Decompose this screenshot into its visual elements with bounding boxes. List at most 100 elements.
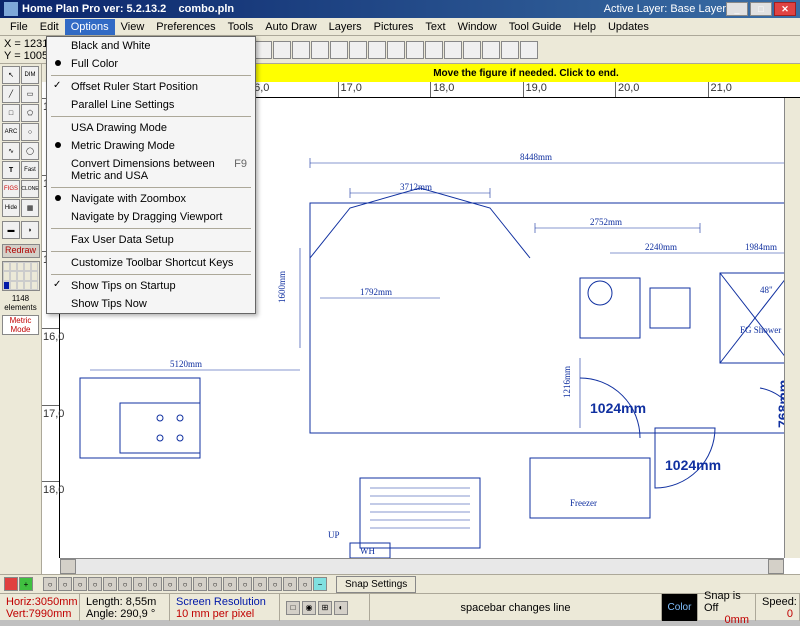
status-dot[interactable]: ○ — [118, 577, 132, 591]
toolbar-icon[interactable] — [406, 41, 424, 59]
scrollbar-vertical[interactable] — [784, 98, 800, 558]
status-stop-icon[interactable] — [4, 577, 18, 591]
tool-line[interactable]: ╱ — [2, 85, 20, 103]
status-dot[interactable]: ○ — [298, 577, 312, 591]
redraw-button[interactable]: Redraw — [2, 244, 40, 258]
status-dot[interactable]: ○ — [43, 577, 57, 591]
menu-item-convert-dimensions-between-metric-and-usa[interactable]: Convert Dimensions between Metric and US… — [47, 155, 255, 185]
menu-edit[interactable]: Edit — [34, 19, 65, 35]
status-snap[interactable]: Snap is Off 0mm — [698, 594, 756, 621]
toolbar-icon[interactable] — [254, 41, 272, 59]
status-dot[interactable]: ○ — [268, 577, 282, 591]
tool-figs[interactable]: FIGS — [2, 180, 20, 198]
toolbar-icon[interactable] — [311, 41, 329, 59]
menu-help[interactable]: Help — [567, 19, 602, 35]
toolbar-icon[interactable] — [368, 41, 386, 59]
menu-item-full-color[interactable]: Full Color — [47, 55, 255, 73]
status-dot[interactable]: ○ — [148, 577, 162, 591]
toolbar-icon[interactable] — [444, 41, 462, 59]
status-dot[interactable]: ○ — [88, 577, 102, 591]
toolbar-icon[interactable] — [349, 41, 367, 59]
menu-updates[interactable]: Updates — [602, 19, 655, 35]
status-dot[interactable]: ○ — [253, 577, 267, 591]
menu-preferences[interactable]: Preferences — [150, 19, 221, 35]
tool-rect[interactable]: ▭ — [21, 85, 39, 103]
status-dot[interactable]: ○ — [208, 577, 222, 591]
status-color[interactable]: Color — [662, 594, 698, 621]
status-go-icon[interactable]: + — [19, 577, 33, 591]
menu-item-show-tips-now[interactable]: Show Tips Now — [47, 295, 255, 313]
toolbar-icon[interactable] — [482, 41, 500, 59]
options-menu: Black and WhiteFull Color Offset Ruler St… — [46, 36, 256, 314]
toolbar-icon[interactable] — [520, 41, 538, 59]
tool-fast[interactable]: Fast — [21, 161, 39, 179]
status-dot[interactable]: ○ — [133, 577, 147, 591]
status-tool-icons[interactable]: □◉⊞◐ — [280, 594, 370, 621]
tool-hide[interactable]: Hide — [2, 199, 20, 217]
menu-text[interactable]: Text — [419, 19, 451, 35]
toolbar-icon[interactable] — [273, 41, 291, 59]
menubar: FileEditOptionsViewPreferencesToolsAuto … — [0, 18, 800, 36]
tool-ellipse[interactable]: ◯ — [21, 142, 39, 160]
left-toolbox: ↖DIM ╱▭ □⬠ ARC○ ∿◯ TFast FIGSCLONE Hide▦… — [0, 64, 42, 574]
scrollbar-horizontal[interactable] — [60, 558, 784, 574]
close-button[interactable]: ✕ — [774, 2, 796, 16]
tool-misc[interactable]: ▦ — [21, 199, 39, 217]
status-dot[interactable]: ○ — [238, 577, 252, 591]
menu-options[interactable]: Options — [65, 19, 115, 35]
status-dot[interactable]: ○ — [178, 577, 192, 591]
tool-door[interactable]: ◗ — [21, 221, 39, 239]
tool-text[interactable]: T — [2, 161, 20, 179]
menu-item-fax-user-data-setup[interactable]: Fax User Data Setup — [47, 231, 255, 249]
tool-poly[interactable]: ⬠ — [21, 104, 39, 122]
color-palette[interactable] — [2, 261, 40, 291]
tool-curve[interactable]: ∿ — [2, 142, 20, 160]
window-title: Home Plan Pro ver: 5.2.13.2 combo.pln — [22, 3, 564, 15]
menu-item-parallel-line-settings[interactable]: Parallel Line Settings — [47, 96, 255, 114]
menu-tool-guide[interactable]: Tool Guide — [503, 19, 568, 35]
menu-item-usa-drawing-mode[interactable]: USA Drawing Mode — [47, 119, 255, 137]
menu-item-show-tips-on-startup[interactable]: Show Tips on Startup✓ — [47, 277, 255, 295]
menu-tools[interactable]: Tools — [222, 19, 260, 35]
svg-text:WH: WH — [360, 546, 375, 556]
titlebar: Home Plan Pro ver: 5.2.13.2 combo.pln Ac… — [0, 0, 800, 18]
menu-item-offset-ruler-start-position[interactable]: Offset Ruler Start Position✓ — [47, 78, 255, 96]
status-dot[interactable]: ○ — [103, 577, 117, 591]
minimize-button[interactable]: _ — [726, 2, 748, 16]
tool-clone[interactable]: CLONE — [21, 180, 39, 198]
menu-file[interactable]: File — [4, 19, 34, 35]
tool-select[interactable]: ↖ — [2, 66, 20, 84]
status-dot[interactable]: ○ — [283, 577, 297, 591]
menu-window[interactable]: Window — [452, 19, 503, 35]
tool-dim[interactable]: DIM — [21, 66, 39, 84]
status-dot[interactable]: ○ — [163, 577, 177, 591]
menu-pictures[interactable]: Pictures — [368, 19, 420, 35]
menu-item-metric-drawing-mode[interactable]: Metric Drawing Mode — [47, 137, 255, 155]
toolbar-icon[interactable] — [425, 41, 443, 59]
toolbar-icon[interactable] — [387, 41, 405, 59]
tool-square[interactable]: □ — [2, 104, 20, 122]
menu-item-customize-toolbar-shortcut-keys[interactable]: Customize Toolbar Shortcut Keys — [47, 254, 255, 272]
menu-item-navigate-with-zoombox[interactable]: Navigate with Zoombox — [47, 190, 255, 208]
tool-arc[interactable]: ARC — [2, 123, 20, 141]
menu-view[interactable]: View — [115, 19, 151, 35]
toolbar-icon[interactable] — [330, 41, 348, 59]
status-dot[interactable]: ○ — [73, 577, 87, 591]
menu-auto-draw[interactable]: Auto Draw — [259, 19, 322, 35]
status-minus[interactable]: − — [313, 577, 327, 591]
tool-wall[interactable]: ▬ — [2, 221, 20, 239]
tool-circle[interactable]: ○ — [21, 123, 39, 141]
toolbar-icon[interactable] — [292, 41, 310, 59]
menu-item-navigate-by-dragging-viewport[interactable]: Navigate by Dragging Viewport — [47, 208, 255, 226]
status-dot[interactable]: ○ — [223, 577, 237, 591]
toolbar-icon[interactable] — [501, 41, 519, 59]
svg-text:2240mm: 2240mm — [645, 242, 677, 252]
svg-text:1024mm: 1024mm — [665, 457, 721, 473]
maximize-button[interactable]: □ — [750, 2, 772, 16]
status-dot[interactable]: ○ — [193, 577, 207, 591]
menu-layers[interactable]: Layers — [323, 19, 368, 35]
menu-item-black-and-white[interactable]: Black and White — [47, 37, 255, 55]
snap-settings-button[interactable]: Snap Settings — [336, 576, 416, 593]
toolbar-icon[interactable] — [463, 41, 481, 59]
status-dot[interactable]: ○ — [58, 577, 72, 591]
